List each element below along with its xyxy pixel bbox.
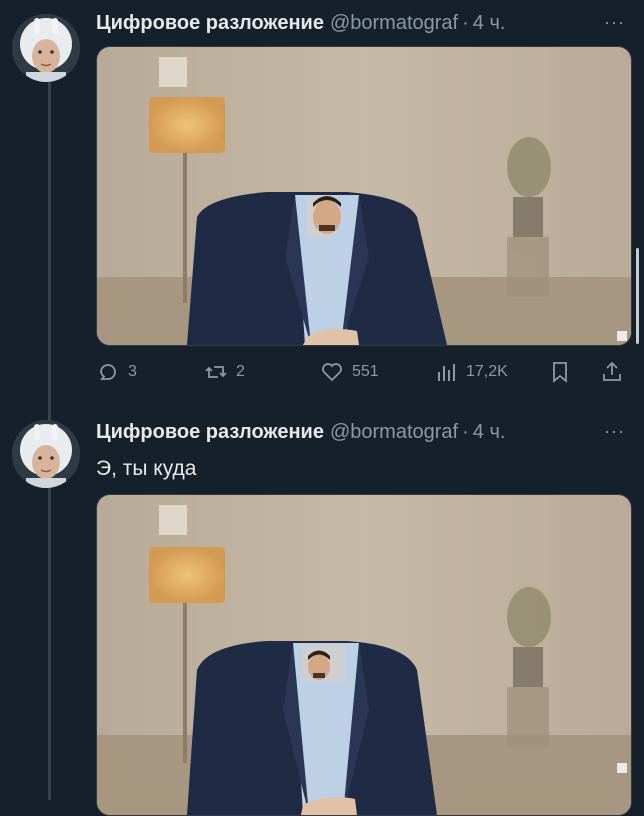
retweet-icon xyxy=(205,366,227,378)
author-name[interactable]: Цифровое разложение xyxy=(96,12,324,34)
tweet-actions: 3 2 551 17,2K xyxy=(96,358,636,386)
heart-icon xyxy=(322,363,342,382)
avatar[interactable] xyxy=(12,14,80,82)
timestamp[interactable]: 4 ч. xyxy=(473,12,506,34)
tweet-header: Цифровое разложение @bormatograf · 4 ч. xyxy=(96,10,505,36)
tweet-1[interactable]: Цифровое разложение @bormatograf · 4 ч. ··· xyxy=(0,0,644,400)
scrollbar[interactable] xyxy=(636,248,639,344)
views-count: 17,2K xyxy=(466,363,508,380)
share-icon xyxy=(603,361,621,381)
share-button[interactable] xyxy=(600,358,624,386)
media-photo xyxy=(97,495,631,815)
views-button[interactable]: 17,2K xyxy=(434,358,508,386)
like-count: 551 xyxy=(352,363,379,380)
separator-dot: · xyxy=(462,12,469,34)
retweet-button[interactable]: 2 xyxy=(204,358,245,386)
timestamp[interactable]: 4 ч. xyxy=(473,421,506,443)
separator-dot: · xyxy=(462,421,469,443)
reply-count: 3 xyxy=(128,363,137,380)
author-handle[interactable]: @bormatograf xyxy=(330,421,458,443)
speech-bubble-icon xyxy=(100,364,116,380)
avatar[interactable] xyxy=(12,420,80,488)
author-name[interactable]: Цифровое разложение xyxy=(96,421,324,443)
more-options-button[interactable]: ··· xyxy=(604,12,625,33)
media-photo xyxy=(97,47,631,345)
tweet-media-image[interactable] xyxy=(96,46,632,346)
like-button[interactable]: 551 xyxy=(320,358,379,386)
bookmark-button[interactable] xyxy=(548,358,572,386)
more-options-button[interactable]: ··· xyxy=(604,421,625,442)
retweet-count: 2 xyxy=(236,363,245,380)
bar-chart-icon xyxy=(438,364,455,381)
bookmark-icon xyxy=(553,362,567,383)
tweet-media-image[interactable] xyxy=(96,494,632,816)
tweet-header: Цифровое разложение @bormatograf · 4 ч. xyxy=(96,419,505,445)
tweet-text: Э, ты куда xyxy=(96,457,197,480)
reply-button[interactable]: 3 xyxy=(96,358,137,386)
tweet-2[interactable]: Цифровое разложение @bormatograf · 4 ч. ···… xyxy=(0,400,644,816)
author-handle[interactable]: @bormatograf xyxy=(330,12,458,34)
